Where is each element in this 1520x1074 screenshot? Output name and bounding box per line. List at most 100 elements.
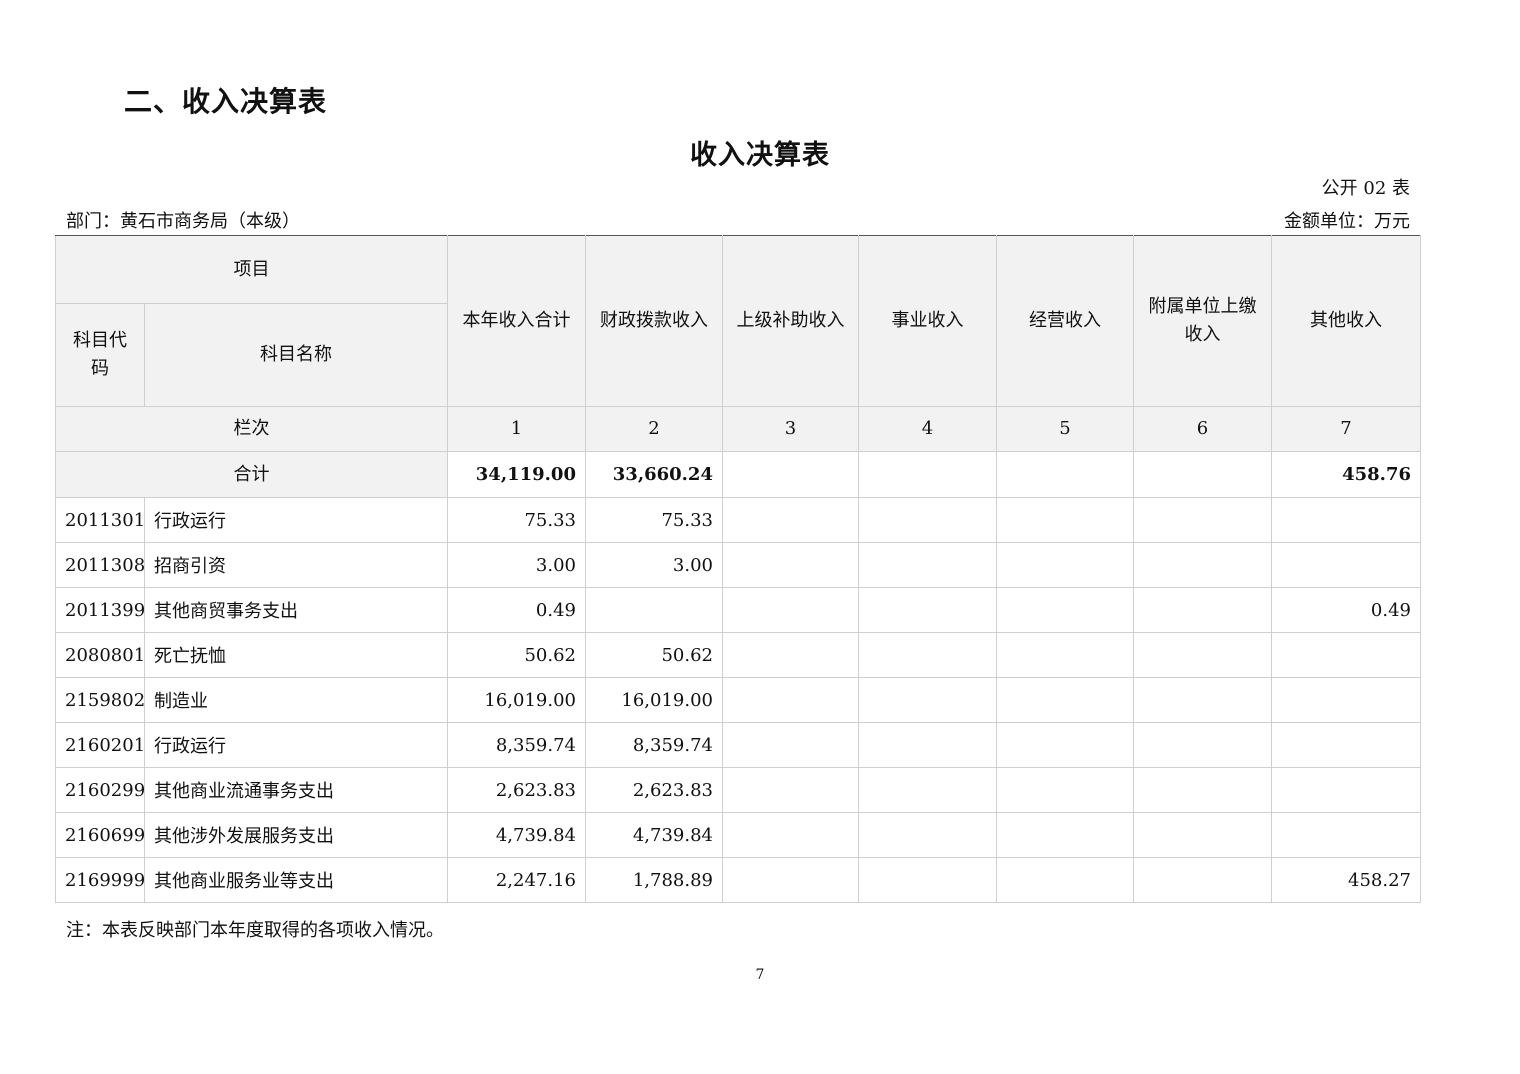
cell-value — [858, 812, 997, 858]
cell-value: 0.49 — [447, 587, 586, 633]
cell-value: 0.49 — [1271, 587, 1421, 633]
header-col-5: 经营收入 — [996, 235, 1134, 407]
cell-value — [1271, 722, 1421, 768]
total-value — [996, 451, 1134, 498]
cell-value — [1271, 677, 1421, 723]
unit-label: 金额单位：万元 — [1284, 211, 1410, 232]
cell-value: 16,019.00 — [585, 677, 723, 723]
cell-value — [1271, 497, 1421, 543]
total-value: 33,660.24 — [585, 451, 723, 498]
header-col-1: 本年收入合计 — [447, 235, 586, 407]
cell-value — [996, 857, 1134, 903]
header-col-6: 附属单位上缴收入 — [1133, 235, 1272, 407]
header-col-2: 财政拨款收入 — [585, 235, 723, 407]
cell-value — [1133, 587, 1272, 633]
table-row: 2011308 招商引资 3.00 3.00 — [55, 542, 1421, 588]
income-table: 项目 本年收入合计 财政拨款收入 上级补助收入 事业收入 经营收入 附属单位上缴… — [55, 235, 1421, 903]
column-number: 2 — [585, 406, 723, 452]
subject-name: 死亡抚恤 — [144, 632, 448, 678]
cell-value — [722, 542, 859, 588]
cell-value: 2,623.83 — [447, 767, 586, 813]
cell-value: 4,739.84 — [447, 812, 586, 858]
form-number: 公开 02 表 — [1321, 178, 1410, 199]
column-number-label: 栏次 — [55, 406, 448, 452]
header-project: 项目 — [55, 235, 448, 304]
column-number: 4 — [858, 406, 997, 452]
column-number: 5 — [996, 406, 1134, 452]
subject-name: 其他商贸事务支出 — [144, 587, 448, 633]
cell-value — [996, 542, 1134, 588]
total-value — [1133, 451, 1272, 498]
section-title: 二、收入决算表 — [124, 85, 328, 118]
cell-value — [858, 767, 997, 813]
subject-code: 2011301 — [55, 497, 145, 543]
cell-value — [858, 857, 997, 903]
subject-name: 其他商业流通事务支出 — [144, 767, 448, 813]
cell-value — [1271, 812, 1421, 858]
subject-code: 2011399 — [55, 587, 145, 633]
table-row: 2080801 死亡抚恤 50.62 50.62 — [55, 632, 1421, 678]
cell-value — [1133, 677, 1272, 723]
cell-value — [858, 587, 997, 633]
subject-code: 2160299 — [55, 767, 145, 813]
cell-value: 8,359.74 — [447, 722, 586, 768]
column-number: 6 — [1133, 406, 1272, 452]
cell-value: 1,788.89 — [585, 857, 723, 903]
header-col-3: 上级补助收入 — [722, 235, 859, 407]
column-number: 7 — [1271, 406, 1421, 452]
total-value: 34,119.00 — [447, 451, 586, 498]
cell-value — [996, 812, 1134, 858]
table-row: 2169999 其他商业服务业等支出 2,247.16 1,788.89 458.27 — [55, 857, 1421, 903]
cell-value — [858, 542, 997, 588]
subject-name: 行政运行 — [144, 497, 448, 543]
table-row: 2160699 其他涉外发展服务支出 4,739.84 4,739.84 — [55, 812, 1421, 858]
cell-value: 50.62 — [447, 632, 586, 678]
cell-value: 4,739.84 — [585, 812, 723, 858]
subject-code: 2160201 — [55, 722, 145, 768]
table-row: 2011399 其他商贸事务支出 0.49 0.49 — [55, 587, 1421, 633]
cell-value — [1133, 542, 1272, 588]
department-label: 部门：黄石市商务局（本级） — [66, 211, 300, 232]
cell-value — [1271, 767, 1421, 813]
cell-value — [996, 632, 1134, 678]
page-number: 7 — [755, 967, 765, 983]
cell-value — [858, 677, 997, 723]
cell-value: 2,247.16 — [447, 857, 586, 903]
cell-value — [996, 767, 1134, 813]
cell-value — [858, 632, 997, 678]
cell-value — [1133, 632, 1272, 678]
cell-value — [996, 677, 1134, 723]
cell-value — [996, 722, 1134, 768]
cell-value — [722, 767, 859, 813]
subject-code: 2159802 — [55, 677, 145, 723]
header-col-7: 其他收入 — [1271, 235, 1421, 407]
cell-value — [722, 857, 859, 903]
subject-name: 其他商业服务业等支出 — [144, 857, 448, 903]
subject-name: 招商引资 — [144, 542, 448, 588]
cell-value: 75.33 — [585, 497, 723, 543]
cell-value — [858, 722, 997, 768]
total-row: 合计 34,119.00 33,660.24 458.76 — [55, 451, 1421, 498]
cell-value: 75.33 — [447, 497, 586, 543]
table-row: 2160299 其他商业流通事务支出 2,623.83 2,623.83 — [55, 767, 1421, 813]
total-value — [858, 451, 997, 498]
cell-value: 16,019.00 — [447, 677, 586, 723]
cell-value — [722, 632, 859, 678]
cell-value: 458.27 — [1271, 857, 1421, 903]
cell-value — [1133, 767, 1272, 813]
cell-value: 8,359.74 — [585, 722, 723, 768]
table-title: 收入决算表 — [690, 140, 830, 171]
total-value — [722, 451, 859, 498]
table-row: 2011301 行政运行 75.33 75.33 — [55, 497, 1421, 543]
table-row: 2160201 行政运行 8,359.74 8,359.74 — [55, 722, 1421, 768]
cell-value — [585, 587, 723, 633]
subject-code: 2169999 — [55, 857, 145, 903]
cell-value — [722, 812, 859, 858]
subject-name: 行政运行 — [144, 722, 448, 768]
cell-value — [722, 497, 859, 543]
cell-value: 2,623.83 — [585, 767, 723, 813]
cell-value — [996, 497, 1134, 543]
table-row: 2159802 制造业 16,019.00 16,019.00 — [55, 677, 1421, 723]
cell-value: 3.00 — [447, 542, 586, 588]
total-label: 合计 — [55, 451, 448, 498]
